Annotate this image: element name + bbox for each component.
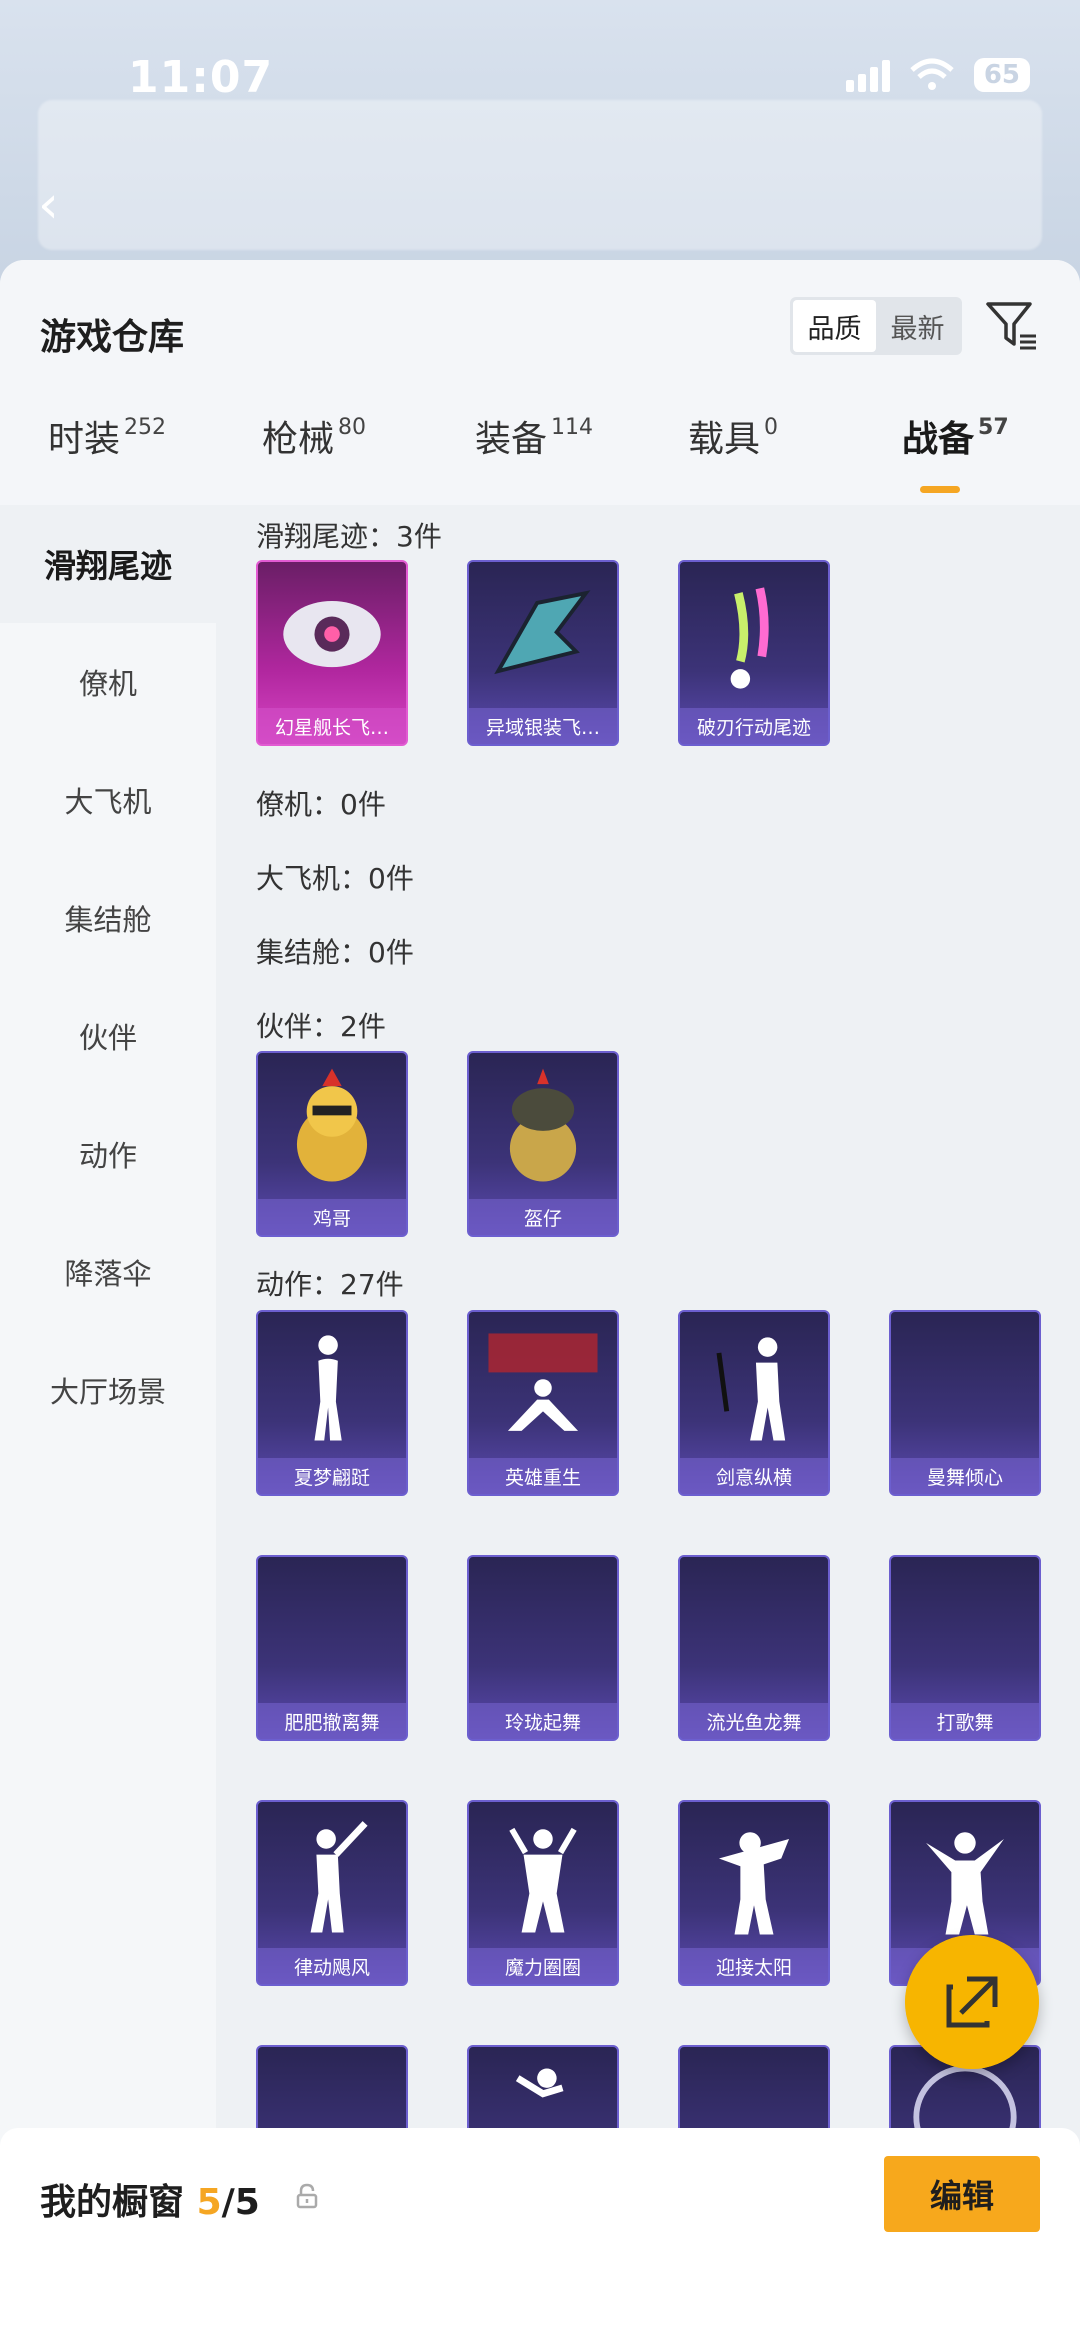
tab-guns[interactable]: 枪械 80 (262, 410, 366, 462)
item-card[interactable]: 律动飓风 (256, 1800, 408, 1986)
item-grid: 滑翔尾迹：3件 幻星舰长飞… 异域银装飞… 破刃行动尾迹 僚机：0件 大飞机：0… (216, 505, 1080, 2231)
tab-label: 枪械 (262, 419, 335, 460)
section-title-plane: 大飞机：0件 (256, 862, 414, 895)
item-name: 魔力圈圈 (469, 1948, 617, 1984)
item-card[interactable]: 肥肥撤离舞 (256, 1555, 408, 1741)
item-card[interactable]: 盔仔 (467, 1051, 619, 1237)
item-name: 盔仔 (469, 1199, 617, 1235)
item-name: 流光鱼龙舞 (680, 1703, 828, 1739)
dancer-icon (718, 1832, 790, 1935)
background-header (0, 0, 1080, 270)
tab-vehicles[interactable]: 载具 0 (688, 410, 778, 462)
sort-newest-button[interactable]: 最新 (876, 300, 959, 352)
item-name: 律动飓风 (258, 1948, 406, 1984)
sidebar-item-lobby-scene[interactable]: 大厅场景 (0, 1331, 216, 1449)
item-name: 英雄重生 (469, 1458, 617, 1494)
tab-label: 时装 (48, 419, 121, 460)
section-title-partner: 伙伴：2件 (256, 1010, 386, 1043)
item-name: 破刃行动尾迹 (680, 708, 828, 744)
filter-icon[interactable] (984, 298, 1040, 354)
trail-art (283, 600, 381, 668)
item-name: 剑意纵横 (680, 1458, 828, 1494)
dancer-icon (310, 1821, 368, 1933)
item-name: 打歌舞 (891, 1703, 1039, 1739)
item-card[interactable]: 流光鱼龙舞 (678, 1555, 830, 1741)
status-time: 11:07 (128, 52, 274, 103)
item-card[interactable]: 异域银装飞… (467, 560, 619, 746)
background-card (38, 100, 1042, 250)
trail-art (494, 590, 591, 675)
item-card[interactable]: 英雄重生 (467, 1310, 619, 1496)
battery-indicator: 65 (973, 58, 1030, 92)
item-card[interactable]: 剑意纵横 (678, 1310, 830, 1496)
tab-label: 载具 (688, 419, 761, 460)
sort-quality-button[interactable]: 品质 (793, 300, 876, 352)
category-sidebar: 滑翔尾迹 僚机 大飞机 集结舱 伙伴 动作 降落伞 大厅场景 (0, 505, 216, 2347)
section-title-trail: 滑翔尾迹：3件 (256, 520, 442, 553)
item-name: 鸡哥 (258, 1199, 406, 1235)
showcase-current-count: 5 (196, 2182, 222, 2223)
section-title-pod: 集结舱：0件 (256, 936, 414, 969)
tab-count: 57 (978, 415, 1009, 440)
tab-count: 252 (124, 415, 167, 440)
item-name: 曼舞倾心 (891, 1458, 1039, 1494)
dancer-icon (716, 1337, 786, 1441)
chicken-art (296, 1068, 368, 1182)
item-card[interactable]: 魔力圈圈 (467, 1800, 619, 1986)
sidebar-item-plane[interactable]: 大飞机 (0, 741, 216, 859)
item-card[interactable]: 打歌舞 (889, 1555, 1041, 1741)
sheet-header: 游戏仓库 品质 最新 时装 252 枪械 80 装备 114 载具 0 战备 57 (0, 260, 1080, 505)
sort-toggle: 品质 最新 (790, 297, 962, 355)
sidebar-item-parachute[interactable]: 降落伞 (0, 1213, 216, 1331)
dancer-icon (314, 1335, 342, 1441)
showcase-title: 我的橱窗 (40, 2182, 185, 2223)
tab-fashion[interactable]: 时装 252 (48, 410, 166, 462)
sidebar-item-emote[interactable]: 动作 (0, 1095, 216, 1213)
section-title-wingman: 僚机：0件 (256, 788, 386, 821)
tab-count: 114 (551, 415, 594, 440)
dancer-icon (509, 1827, 577, 1933)
sidebar-item-wingman[interactable]: 僚机 (0, 623, 216, 741)
item-name: 玲珑起舞 (469, 1703, 617, 1739)
item-card[interactable]: 玲珑起舞 (467, 1555, 619, 1741)
dancer-icon (488, 1333, 598, 1431)
item-name: 幻星舰长飞… (258, 708, 406, 744)
tab-equipment[interactable]: 装备 114 (475, 410, 593, 462)
showcase-total: /5 (221, 2182, 260, 2223)
item-name: 夏梦翩跹 (258, 1458, 406, 1494)
share-fab[interactable] (905, 1935, 1039, 2069)
sidebar-item-glide-trail[interactable]: 滑翔尾迹 (0, 505, 216, 623)
item-card[interactable]: 幻星舰长飞… (256, 560, 408, 746)
sidebar-item-pod[interactable]: 集结舱 (0, 859, 216, 977)
item-card[interactable]: 曼舞倾心 (889, 1310, 1041, 1496)
section-title-emote: 动作：27件 (256, 1268, 404, 1301)
tab-count: 0 (764, 415, 779, 440)
tab-label: 战备 (902, 419, 975, 460)
tab-count: 80 (338, 415, 367, 440)
tab-battle-gear[interactable]: 战备 57 (902, 410, 1009, 462)
item-card[interactable]: 迎接太阳 (678, 1800, 830, 1986)
tab-label: 装备 (475, 419, 548, 460)
wifi-icon (910, 58, 954, 90)
helmet-chicken-art (509, 1068, 577, 1182)
page-title: 游戏仓库 (40, 317, 185, 358)
showcase-label: 我的橱窗 5/5 (40, 2173, 260, 2225)
item-name: 迎接太阳 (680, 1948, 828, 1984)
item-name: 异域银装飞… (469, 708, 617, 744)
back-icon[interactable]: ‹ (38, 179, 74, 231)
edit-button[interactable]: 编辑 (884, 2156, 1040, 2232)
item-card[interactable]: 夏梦翩跹 (256, 1310, 408, 1496)
category-tabs: 时装 252 枪械 80 装备 114 载具 0 战备 57 (0, 410, 1080, 480)
lock-icon (296, 2183, 318, 2209)
item-name: 肥肥撤离舞 (258, 1703, 406, 1739)
item-card[interactable]: 破刃行动尾迹 (678, 560, 830, 746)
trail-art (730, 587, 769, 689)
showcase-bar: 我的橱窗 5/5 编辑 (0, 2128, 1080, 2347)
item-card[interactable]: 鸡哥 (256, 1051, 408, 1237)
active-tab-indicator (920, 486, 960, 493)
signal-icon (845, 58, 890, 92)
status-icons: 65 (845, 58, 1030, 92)
sidebar-item-partner[interactable]: 伙伴 (0, 977, 216, 1095)
dancer-icon (926, 1832, 1004, 1935)
